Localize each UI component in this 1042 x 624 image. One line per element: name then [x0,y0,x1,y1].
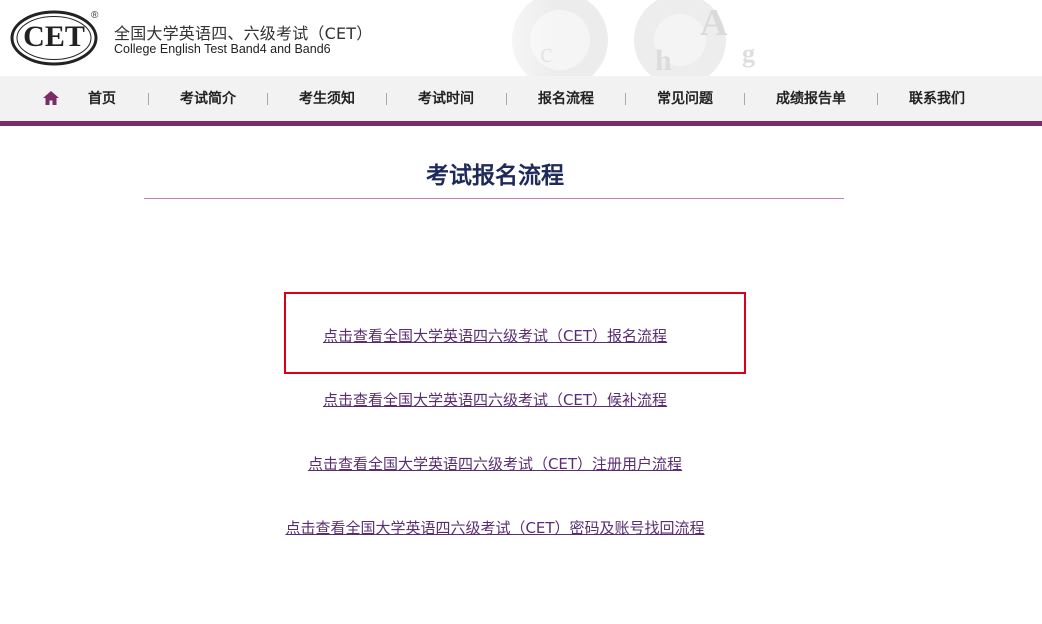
nav-item-exam-schedule[interactable]: 考试时间 [418,90,474,108]
header-decoration: A c h g [470,0,1042,76]
nav-item-home[interactable]: 首页 [88,90,116,108]
nav-divider [506,93,507,105]
nav-divider [148,93,149,105]
waitlist-process-link[interactable]: 点击查看全国大学英语四六级考试（CET）候补流程 [0,389,990,410]
site-header: A c h g CET ® 全国大学英语四、六级考试（CET） College … [0,0,1042,76]
nav-item-score-report[interactable]: 成绩报告单 [776,90,846,108]
site-title-cn: 全国大学英语四、六级考试（CET） [114,24,373,43]
nav-accent-bar [0,121,1042,126]
site-title-en: College English Test Band4 and Band6 [114,42,331,56]
nav-item-registration-process[interactable]: 报名流程 [538,90,594,108]
nav-divider [386,93,387,105]
nav-item-faq[interactable]: 常见问题 [657,90,713,108]
nav-divider [877,93,878,105]
nav-item-exam-intro[interactable]: 考试简介 [180,90,236,108]
home-icon[interactable] [42,90,60,106]
page-title: 考试报名流程 [426,163,564,189]
nav-item-contact[interactable]: 联系我们 [909,90,965,108]
nav-divider [267,93,268,105]
nav-item-candidate-notice[interactable]: 考生须知 [299,90,355,108]
user-registration-process-link[interactable]: 点击查看全国大学英语四六级考试（CET）注册用户流程 [0,453,990,474]
logo-text: CET [23,20,85,53]
registration-process-link[interactable]: 点击查看全国大学英语四六级考试（CET）报名流程 [0,325,990,346]
nav-divider [625,93,626,105]
title-divider [144,198,844,199]
registered-mark: ® [91,10,99,21]
nav-divider [744,93,745,105]
password-recovery-process-link[interactable]: 点击查看全国大学英语四六级考试（CET）密码及账号找回流程 [0,517,990,538]
main-nav: 首页 考试简介 考生须知 考试时间 报名流程 常见问题 成绩报告单 联系我们 [0,76,1042,121]
